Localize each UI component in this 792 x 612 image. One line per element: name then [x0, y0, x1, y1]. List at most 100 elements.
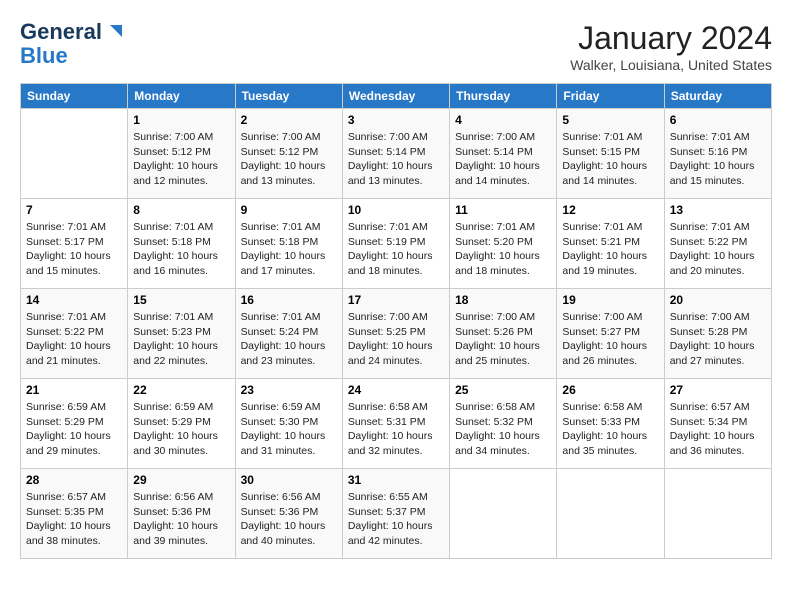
calendar-week-1: 1Sunrise: 7:00 AMSunset: 5:12 PMDaylight…: [21, 109, 772, 199]
day-number: 19: [562, 293, 658, 307]
calendar-cell: 23 Sunrise: 6:59 AMSunset: 5:30 PMDayligh…: [235, 379, 342, 469]
calendar-cell: 16 Sunrise: 7:01 AMSunset: 5:24 PMDayligh…: [235, 289, 342, 379]
day-number: 21: [26, 383, 122, 397]
calendar-cell: 11 Sunrise: 7:01 AMSunset: 5:20 PMDayligh…: [450, 199, 557, 289]
day-number: 26: [562, 383, 658, 397]
day-number: 1: [133, 113, 229, 127]
cell-content: Sunrise: 6:58 AMSunset: 5:32 PMDaylight:…: [455, 400, 551, 459]
col-header-monday: Monday: [128, 84, 235, 109]
calendar-cell: 30 Sunrise: 6:56 AMSunset: 5:36 PMDayligh…: [235, 469, 342, 559]
calendar-week-5: 28 Sunrise: 6:57 AMSunset: 5:35 PMDayligh…: [21, 469, 772, 559]
day-number: 31: [348, 473, 444, 487]
day-number: 6: [670, 113, 766, 127]
day-number: 28: [26, 473, 122, 487]
day-number: 22: [133, 383, 229, 397]
calendar-week-3: 14 Sunrise: 7:01 AMSunset: 5:22 PMDayligh…: [21, 289, 772, 379]
day-number: 18: [455, 293, 551, 307]
calendar-cell: [557, 469, 664, 559]
day-number: 5: [562, 113, 658, 127]
day-number: 24: [348, 383, 444, 397]
day-number: 11: [455, 203, 551, 217]
cell-content: Sunrise: 7:01 AMSunset: 5:20 PMDaylight:…: [455, 220, 551, 279]
page-header: General Blue January 2024 Walker, Louisi…: [20, 20, 772, 73]
calendar-cell: 12 Sunrise: 7:01 AMSunset: 5:21 PMDayligh…: [557, 199, 664, 289]
calendar-cell: 19Sunrise: 7:00 AMSunset: 5:27 PMDayligh…: [557, 289, 664, 379]
calendar-cell: 18 Sunrise: 7:00 AMSunset: 5:26 PMDayligh…: [450, 289, 557, 379]
day-number: 8: [133, 203, 229, 217]
cell-content: Sunrise: 7:01 AMSunset: 5:21 PMDaylight:…: [562, 220, 658, 279]
day-number: 9: [241, 203, 337, 217]
day-number: 13: [670, 203, 766, 217]
day-number: 4: [455, 113, 551, 127]
calendar-cell: 1Sunrise: 7:00 AMSunset: 5:12 PMDaylight…: [128, 109, 235, 199]
cell-content: Sunrise: 7:01 AMSunset: 5:22 PMDaylight:…: [26, 310, 122, 369]
day-number: 16: [241, 293, 337, 307]
calendar-cell: 24Sunrise: 6:58 AMSunset: 5:31 PMDayligh…: [342, 379, 449, 469]
cell-content: Sunrise: 7:01 AMSunset: 5:22 PMDaylight:…: [670, 220, 766, 279]
day-number: 30: [241, 473, 337, 487]
calendar-cell: 15Sunrise: 7:01 AMSunset: 5:23 PMDayligh…: [128, 289, 235, 379]
col-header-saturday: Saturday: [664, 84, 771, 109]
cell-content: Sunrise: 7:00 AMSunset: 5:14 PMDaylight:…: [348, 130, 444, 189]
cell-content: Sunrise: 7:00 AMSunset: 5:14 PMDaylight:…: [455, 130, 551, 189]
cell-content: Sunrise: 7:00 AMSunset: 5:25 PMDaylight:…: [348, 310, 444, 369]
col-header-wednesday: Wednesday: [342, 84, 449, 109]
cell-content: Sunrise: 6:56 AMSunset: 5:36 PMDaylight:…: [241, 490, 337, 549]
cell-content: Sunrise: 7:01 AMSunset: 5:19 PMDaylight:…: [348, 220, 444, 279]
cell-content: Sunrise: 7:00 AMSunset: 5:28 PMDaylight:…: [670, 310, 766, 369]
month-title: January 2024: [570, 20, 772, 57]
calendar-cell: 28 Sunrise: 6:57 AMSunset: 5:35 PMDayligh…: [21, 469, 128, 559]
cell-content: Sunrise: 7:01 AMSunset: 5:24 PMDaylight:…: [241, 310, 337, 369]
day-number: 12: [562, 203, 658, 217]
cell-content: Sunrise: 7:01 AMSunset: 5:16 PMDaylight:…: [670, 130, 766, 189]
day-number: 20: [670, 293, 766, 307]
cell-content: Sunrise: 7:01 AMSunset: 5:18 PMDaylight:…: [133, 220, 229, 279]
calendar-cell: 29Sunrise: 6:56 AMSunset: 5:36 PMDayligh…: [128, 469, 235, 559]
calendar-cell: 13 Sunrise: 7:01 AMSunset: 5:22 PMDayligh…: [664, 199, 771, 289]
calendar-cell: 4 Sunrise: 7:00 AMSunset: 5:14 PMDaylight…: [450, 109, 557, 199]
calendar-cell: 10 Sunrise: 7:01 AMSunset: 5:19 PMDayligh…: [342, 199, 449, 289]
cell-content: Sunrise: 6:55 AMSunset: 5:37 PMDaylight:…: [348, 490, 444, 549]
calendar-cell: 25 Sunrise: 6:58 AMSunset: 5:32 PMDayligh…: [450, 379, 557, 469]
day-number: 3: [348, 113, 444, 127]
calendar-cell: 2Sunrise: 7:00 AMSunset: 5:12 PMDaylight…: [235, 109, 342, 199]
cell-content: Sunrise: 7:01 AMSunset: 5:17 PMDaylight:…: [26, 220, 122, 279]
calendar-cell: [664, 469, 771, 559]
day-number: 14: [26, 293, 122, 307]
logo-blue: Blue: [20, 44, 68, 68]
calendar-cell: 26 Sunrise: 6:58 AMSunset: 5:33 PMDayligh…: [557, 379, 664, 469]
calendar-cell: 7 Sunrise: 7:01 AMSunset: 5:17 PMDaylight…: [21, 199, 128, 289]
day-number: 10: [348, 203, 444, 217]
calendar-cell: 6 Sunrise: 7:01 AMSunset: 5:16 PMDaylight…: [664, 109, 771, 199]
day-number: 17: [348, 293, 444, 307]
location: Walker, Louisiana, United States: [570, 57, 772, 73]
cell-content: Sunrise: 7:01 AMSunset: 5:15 PMDaylight:…: [562, 130, 658, 189]
cell-content: Sunrise: 6:57 AMSunset: 5:35 PMDaylight:…: [26, 490, 122, 549]
calendar-cell: 20 Sunrise: 7:00 AMSunset: 5:28 PMDayligh…: [664, 289, 771, 379]
day-number: 23: [241, 383, 337, 397]
day-number: 15: [133, 293, 229, 307]
col-header-friday: Friday: [557, 84, 664, 109]
cell-content: Sunrise: 6:59 AMSunset: 5:30 PMDaylight:…: [241, 400, 337, 459]
cell-content: Sunrise: 6:59 AMSunset: 5:29 PMDaylight:…: [133, 400, 229, 459]
day-number: 2: [241, 113, 337, 127]
calendar-header-row: SundayMondayTuesdayWednesdayThursdayFrid…: [21, 84, 772, 109]
logo-icon: [102, 21, 124, 43]
cell-content: Sunrise: 6:57 AMSunset: 5:34 PMDaylight:…: [670, 400, 766, 459]
calendar-cell: 27Sunrise: 6:57 AMSunset: 5:34 PMDayligh…: [664, 379, 771, 469]
calendar-cell: [450, 469, 557, 559]
calendar-week-4: 21 Sunrise: 6:59 AMSunset: 5:29 PMDayligh…: [21, 379, 772, 469]
title-block: January 2024 Walker, Louisiana, United S…: [570, 20, 772, 73]
cell-content: Sunrise: 7:00 AMSunset: 5:26 PMDaylight:…: [455, 310, 551, 369]
day-number: 25: [455, 383, 551, 397]
calendar-cell: 22 Sunrise: 6:59 AMSunset: 5:29 PMDayligh…: [128, 379, 235, 469]
calendar-table: SundayMondayTuesdayWednesdayThursdayFrid…: [20, 83, 772, 559]
cell-content: Sunrise: 7:01 AMSunset: 5:18 PMDaylight:…: [241, 220, 337, 279]
day-number: 7: [26, 203, 122, 217]
cell-content: Sunrise: 6:56 AMSunset: 5:36 PMDaylight:…: [133, 490, 229, 549]
calendar-cell: 17 Sunrise: 7:00 AMSunset: 5:25 PMDayligh…: [342, 289, 449, 379]
cell-content: Sunrise: 6:58 AMSunset: 5:33 PMDaylight:…: [562, 400, 658, 459]
logo-general: General: [20, 20, 102, 44]
col-header-sunday: Sunday: [21, 84, 128, 109]
calendar-cell: 14 Sunrise: 7:01 AMSunset: 5:22 PMDayligh…: [21, 289, 128, 379]
